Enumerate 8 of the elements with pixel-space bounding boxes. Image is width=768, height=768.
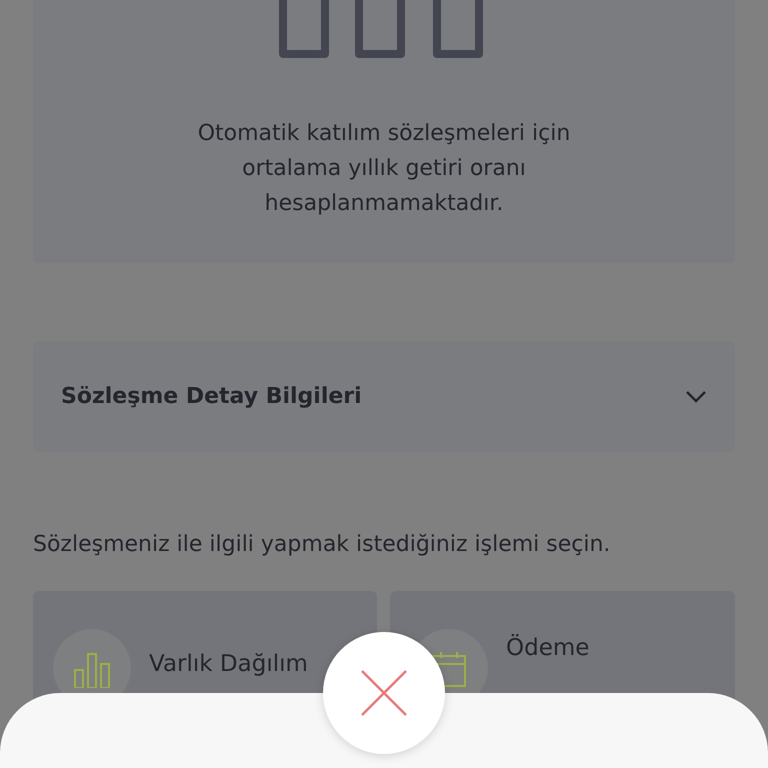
action-label: Ödeme: [506, 635, 590, 661]
info-message: Otomatik katılım sözleşmeleri için ortalama yıllık getiri oranı hesaplanmamaktadır.: [196, 120, 572, 218]
action-label: Varlık Dağılım: [149, 651, 308, 677]
details-accordion[interactable]: Sözleşme Detay Bilgileri: [33, 341, 735, 452]
close-icon: [360, 669, 408, 717]
accordion-title: Sözleşme Detay Bilgileri: [61, 384, 362, 409]
prompt-text: Sözleşmeniz ile ilgili yapmak istediğiniz işlemi seçin.: [33, 532, 612, 557]
chevron-icon: [685, 390, 707, 404]
